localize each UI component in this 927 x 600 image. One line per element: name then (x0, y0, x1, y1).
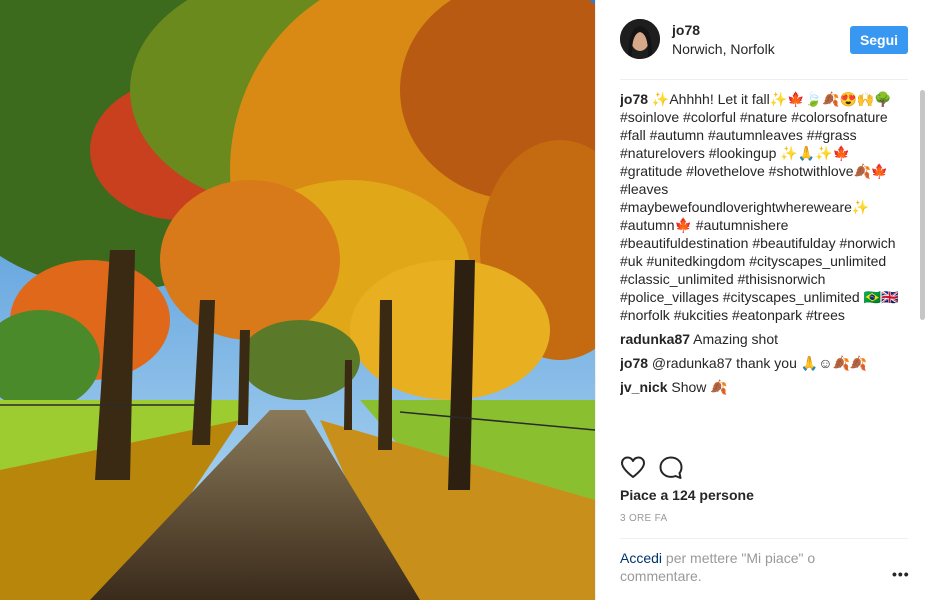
comment-item: jo78 @radunka87 thank you 🙏☺🍂🍂 (620, 354, 910, 372)
comments-list[interactable]: jo78 ✨Ahhhh! Let it fall✨🍁🍃🍂😍🙌🌳 #soinlov… (620, 90, 910, 442)
comment-item: jv_nick Show 🍂 (620, 378, 910, 396)
comment-button[interactable] (658, 455, 684, 481)
divider (620, 79, 908, 80)
like-button[interactable] (620, 455, 646, 481)
action-bar (620, 455, 720, 481)
post-header: jo78 Norwich, Norfolk Segui (596, 0, 927, 80)
post-panel: jo78 Norwich, Norfolk Segui jo78 ✨Ahhhh!… (595, 0, 927, 600)
login-link[interactable]: Accedi (620, 550, 662, 566)
username-link[interactable]: jo78 (672, 22, 700, 38)
comment-text: Amazing shot (693, 331, 778, 347)
comment-text: Show 🍂 (671, 379, 728, 395)
comment-icon (659, 456, 683, 479)
divider (620, 538, 908, 539)
follow-button[interactable]: Segui (850, 26, 908, 54)
caption-text: ✨Ahhhh! Let it fall✨🍁🍃🍂😍🙌🌳 #soinlove #co… (620, 91, 899, 323)
comment-text: @radunka87 thank you 🙏☺🍂🍂 (651, 355, 868, 371)
more-options-icon[interactable]: ••• (892, 566, 910, 582)
comment-item: radunka87 Amazing shot (620, 330, 910, 348)
comment-username[interactable]: jv_nick (620, 379, 667, 395)
comment-username[interactable]: radunka87 (620, 331, 690, 347)
heart-icon (621, 456, 645, 478)
location-link[interactable]: Norwich, Norfolk (672, 41, 775, 57)
likes-count[interactable]: Piace a 124 persone (620, 487, 754, 503)
profile-picture (620, 19, 660, 59)
caption: jo78 ✨Ahhhh! Let it fall✨🍁🍃🍂😍🙌🌳 #soinlov… (620, 90, 910, 324)
caption-username[interactable]: jo78 (620, 91, 648, 107)
comments-scrollbar[interactable] (920, 90, 925, 320)
post-photo[interactable] (0, 0, 595, 600)
autumn-park-image (0, 0, 595, 600)
comment-username[interactable]: jo78 (620, 355, 648, 371)
post-timestamp[interactable]: 3 ORE FA (620, 513, 667, 524)
avatar[interactable] (620, 19, 660, 59)
login-prompt: Accedi per mettere "Mi piace" o commenta… (620, 549, 860, 585)
